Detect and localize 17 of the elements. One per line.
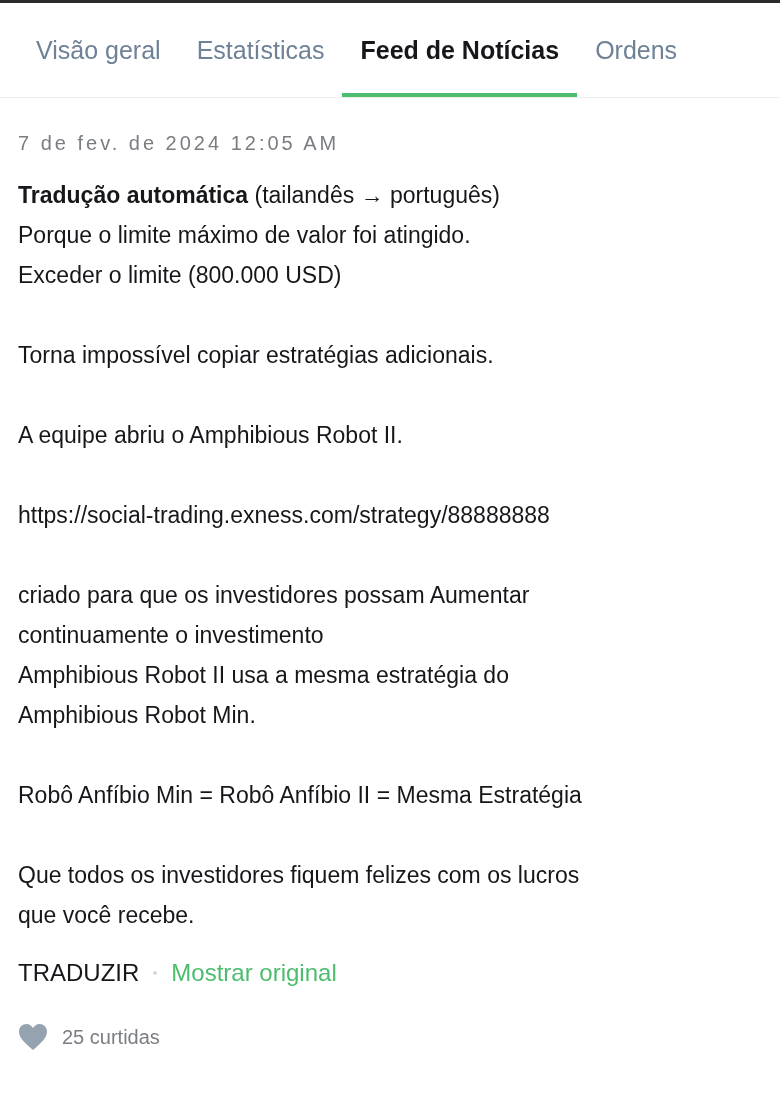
translate-link[interactable]: Mostrar original (171, 959, 337, 987)
tab[interactable]: Estatísticas (178, 3, 343, 97)
tab[interactable]: Visão geral (18, 3, 179, 97)
post-paragraph: A equipe abriu o Amphibious Robot II. (18, 421, 404, 450)
heart-icon[interactable] (18, 1023, 48, 1051)
separator-dot (153, 971, 158, 975)
post-paragraph: Robô Anfíbio Min = Robô Anfíbio II = Mesma Estratégia (18, 781, 583, 810)
like-count: 25 curtidas (62, 1025, 160, 1049)
post-paragraph: Tradução automática (tailandês → português) Porque o limite máximo de valor foi atingido. Exceder o limite (800.000 USD) (18, 181, 501, 290)
post-paragraph: criado para que os investidores possam Aumentar continuamente o investimento Amphibious Robot II usa a mesma estratégia do Amphibious Robot Min. (18, 581, 531, 730)
tab[interactable]: Feed de Notícias (342, 3, 578, 97)
post-paragraph: Que todos os investidores fiquem felizes com os lucros que você recebe. (18, 861, 581, 930)
post-paragraph: Torna impossível copiar estratégias adicionais. (18, 341, 495, 370)
post-date: 7 de fev. de 2024 12:05 AM (18, 132, 341, 155)
translate-link[interactable]: TRADUZIR (18, 959, 140, 987)
tab[interactable]: Ordens (577, 3, 696, 97)
post-paragraph: https://social-trading.exness.com/strategy/88888888 (18, 501, 551, 530)
